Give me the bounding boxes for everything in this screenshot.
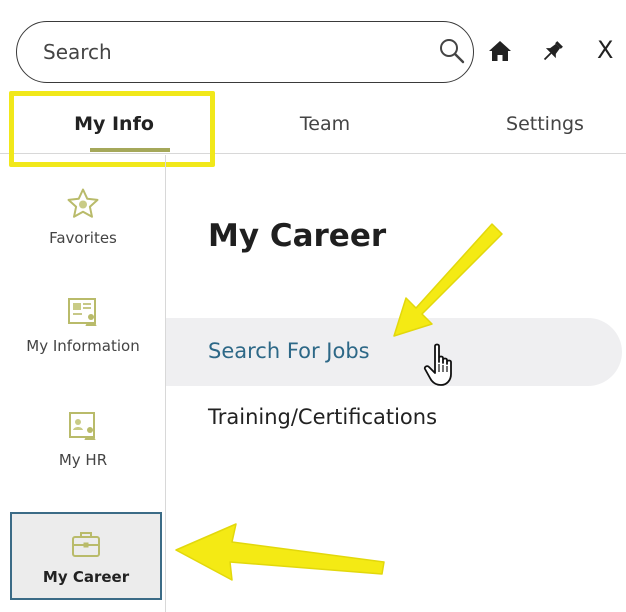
tab-team[interactable]: Team (240, 92, 410, 154)
sidebar-item-my-career[interactable]: My Career (10, 512, 162, 600)
id-card-icon (68, 298, 97, 326)
sidebar-item-label: My Information (26, 337, 140, 355)
page-title: My Career (208, 218, 387, 254)
tab-my-info[interactable]: My Info (16, 92, 212, 154)
sidebar-item-label: Favorites (49, 229, 117, 247)
close-icon[interactable]: X (597, 37, 626, 63)
sidebar-item-label: My Career (42, 568, 130, 586)
tab-settings-label: Settings (506, 113, 584, 135)
star-icon (67, 188, 99, 218)
sidebar: Favorites My Information My HR My Career (0, 155, 166, 612)
search-for-jobs-link[interactable]: Search For Jobs (208, 339, 370, 363)
search-input[interactable] (43, 36, 413, 68)
tab-team-label: Team (299, 113, 351, 135)
pin-icon[interactable] (540, 38, 566, 64)
active-tab-indicator (90, 148, 170, 152)
briefcase-icon (72, 532, 100, 557)
sidebar-item-my-hr[interactable]: My HR (0, 409, 166, 469)
tab-my-info-label: My Info (74, 113, 154, 135)
sidebar-item-label: My HR (58, 451, 108, 469)
training-certifications-link[interactable]: Training/Certifications (208, 405, 437, 429)
sidebar-item-my-information[interactable]: My Information (0, 295, 166, 355)
sidebar-item-favorites[interactable]: Favorites (0, 187, 166, 247)
annotation-arrow-icon (175, 523, 385, 581)
hr-doc-icon (69, 412, 96, 440)
tab-bar: My Info Team Settings (0, 92, 626, 154)
tab-settings[interactable]: Settings (460, 92, 626, 154)
search-icon[interactable] (437, 36, 467, 66)
home-icon[interactable] (487, 38, 513, 64)
hand-cursor-icon (423, 343, 452, 386)
search-box[interactable] (16, 21, 474, 83)
